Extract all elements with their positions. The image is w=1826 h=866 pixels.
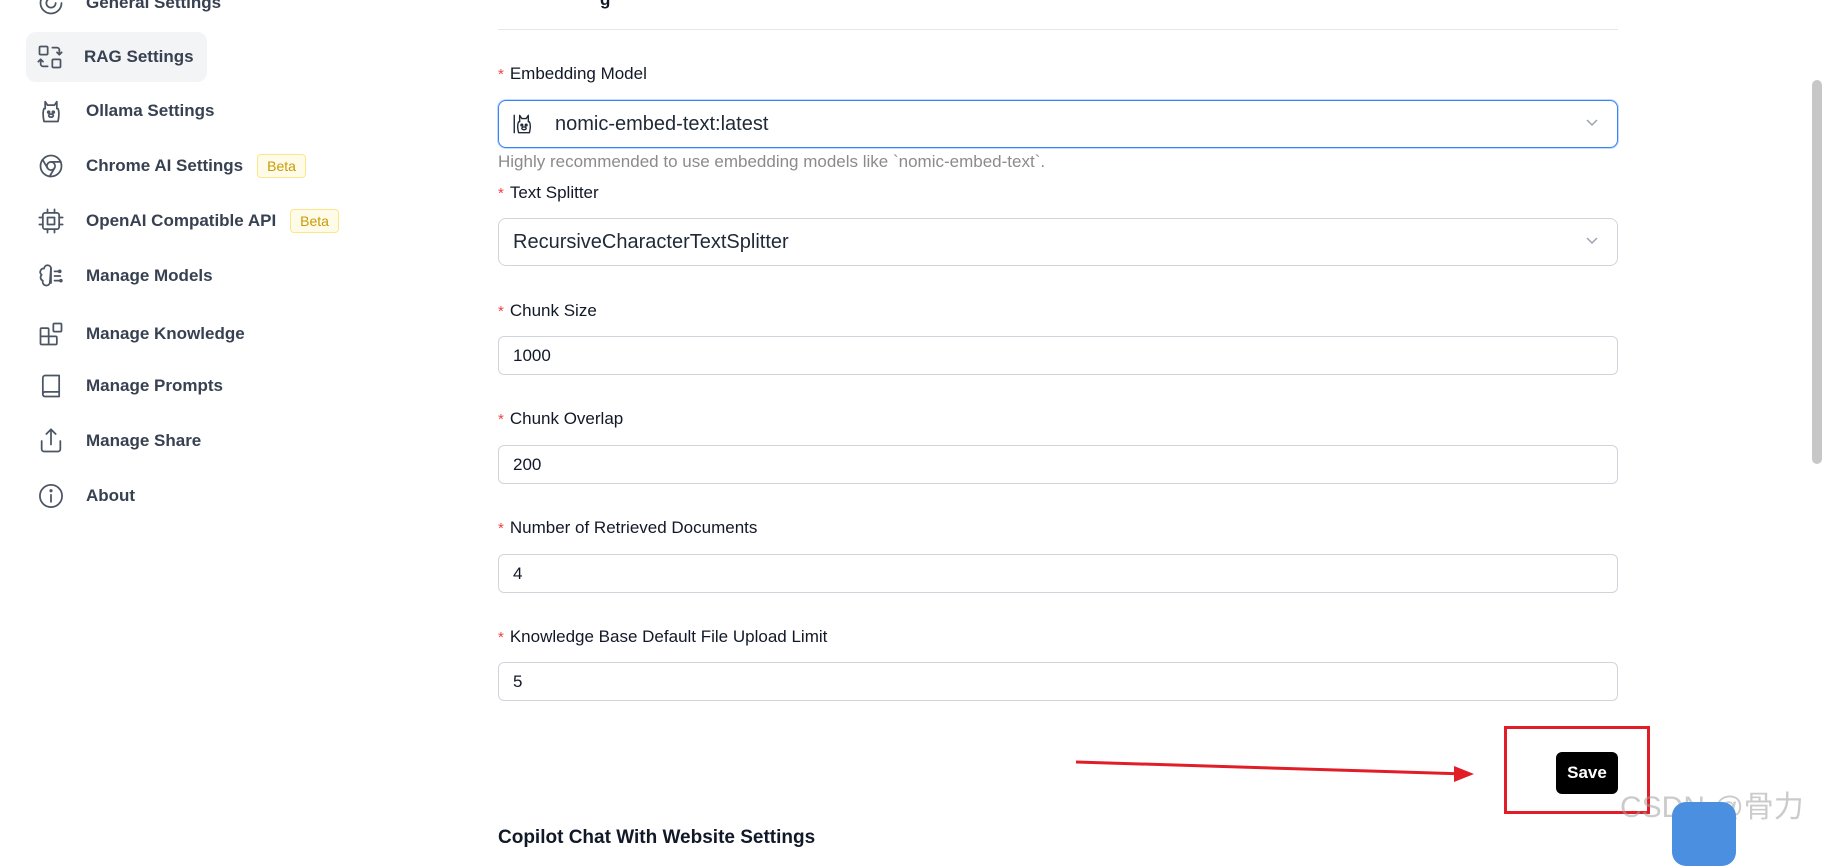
embedding-model-help: Highly recommended to use embedding mode… [498,152,1046,171]
sidebar-item-manage-knowledge[interactable]: Manage Knowledge [26,309,259,359]
rag-settings-icon [36,42,64,72]
ollama-icon [511,110,539,138]
share-icon [36,426,66,456]
sidebar-item-openai-compatible-api[interactable]: OpenAI Compatible API Beta [26,196,353,246]
chevron-down-icon [1585,233,1599,247]
annotation-arrow [1075,760,1474,782]
beta-badge: Beta [257,154,306,178]
sidebar-item-about[interactable]: About [26,471,149,521]
text-splitter-value: RecursiveCharacterTextSplitter [513,230,789,253]
info-icon [36,481,66,511]
upload-limit-input[interactable] [498,662,1618,701]
brain-icon [36,261,66,291]
sidebar-item-label: Ollama Settings [86,101,215,120]
sidebar-item-ollama-settings[interactable]: Ollama Settings [26,86,228,136]
blocks-icon [36,319,66,349]
upload-limit-label: * Knowledge Base Default File Upload Limi… [498,627,828,646]
sidebar-item-manage-models[interactable]: Manage Models [26,251,227,301]
next-section-title: Copilot Chat With Website Settings [498,827,816,848]
required-mark: * [498,185,504,202]
embedding-model-select[interactable]: nomic-embed-text:latest [498,100,1618,148]
required-mark: * [498,520,504,537]
text-splitter-label: * Text Splitter [498,183,599,202]
sidebar-item-label: RAG Settings [84,47,194,66]
sidebar-item-manage-prompts[interactable]: Manage Prompts [26,361,237,411]
sidebar-item-label: General Settings [86,0,222,12]
sidebar-item-chrome-ai-settings[interactable]: Chrome AI Settings Beta [26,141,320,191]
ollama-icon [36,96,66,126]
sidebar-item-rag-settings[interactable]: RAG Settings [26,32,207,82]
required-mark: * [498,303,504,320]
embedding-model-label: * Embedding Model [498,64,647,83]
text-splitter-select[interactable]: RecursiveCharacterTextSplitter [498,218,1618,266]
settings-sidebar: General Settings RAG Settings Ollama Set… [0,0,420,840]
sidebar-item-label: OpenAI Compatible API [86,211,277,230]
required-mark: * [498,411,504,428]
save-button[interactable]: Save [1556,752,1618,794]
sidebar-item-label: Manage Knowledge [86,324,245,343]
required-mark: * [498,66,504,83]
chunk-size-label: * Chunk Size [498,301,597,320]
chunk-overlap-label: * Chunk Overlap [498,409,624,428]
general-settings-icon [36,0,66,18]
retrieved-docs-label: * Number of Retrieved Documents [498,518,758,537]
beta-badge: Beta [290,209,339,233]
retrieved-docs-input[interactable] [498,554,1618,593]
page-scrollbar[interactable] [1812,80,1822,464]
sidebar-item-label: Chrome AI Settings [86,156,244,175]
embedding-model-value: nomic-embed-text:latest [555,112,769,135]
section-divider [498,29,1618,30]
sidebar-item-label: About [86,486,136,505]
sidebar-item-manage-share[interactable]: Manage Share [26,416,215,466]
sidebar-item-label: Manage Share [86,431,202,450]
section-heading-fragment: g [600,0,610,10]
sidebar-item-label: Manage Models [86,266,213,285]
chunk-overlap-input[interactable] [498,445,1618,484]
book-icon [36,371,66,401]
sidebar-item-label: Manage Prompts [86,376,223,395]
chunk-size-input[interactable] [498,336,1618,375]
floating-assistant-badge[interactable] [1672,802,1736,866]
required-mark: * [498,629,504,646]
sidebar-item-general-settings[interactable]: General Settings [26,0,235,28]
chip-icon [36,206,66,236]
chrome-icon [36,151,66,181]
chevron-down-icon [1585,115,1599,129]
